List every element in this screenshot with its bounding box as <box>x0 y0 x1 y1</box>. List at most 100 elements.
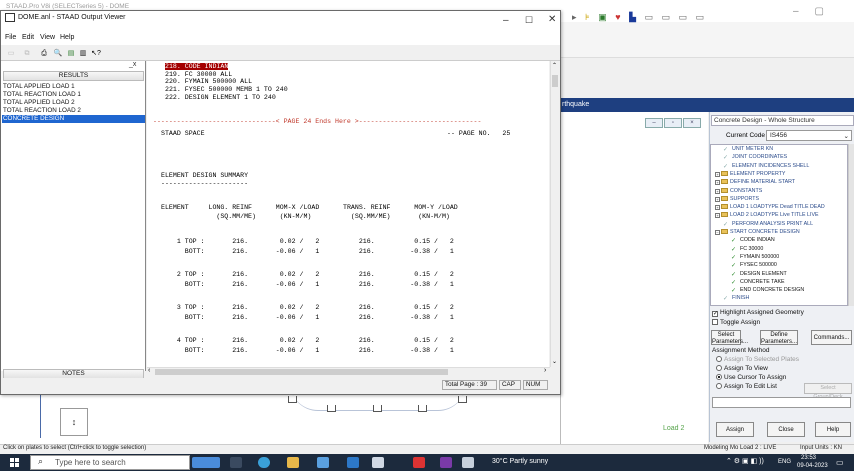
select-group-button[interactable]: Select Group/Deck <box>804 383 852 400</box>
find-icon[interactable]: 🔍 <box>53 49 63 58</box>
system-tray-icons[interactable]: ⌃ ⚙ ▣ ◧ )) <box>726 457 764 465</box>
clock-date[interactable]: 09-04-2023 <box>797 463 828 469</box>
view-restore-icon[interactable]: ▫ <box>664 118 682 128</box>
toolbar-window2-icon[interactable]: ▭ <box>662 12 674 23</box>
result-item[interactable]: CONCRETE DESIGN <box>2 115 145 123</box>
view-window-buttons[interactable]: – ▫ × <box>645 118 705 128</box>
assignment-radio[interactable]: Assign To Edit List <box>716 383 777 390</box>
toolbar-grid-icon[interactable]: ▣ <box>598 12 610 23</box>
expand-icon[interactable]: + <box>715 213 720 219</box>
assign-button[interactable]: Assign <box>716 422 754 437</box>
output-vertical-scrollbar[interactable] <box>550 61 560 367</box>
menu-help[interactable]: Help <box>60 34 74 41</box>
tree-item[interactable]: ✓ FC 30000 <box>731 246 763 254</box>
open-icon[interactable]: ▭ <box>6 49 16 58</box>
output-viewer-taskbar-icon[interactable] <box>462 457 474 468</box>
tree-item[interactable]: ✓ DESIGN ELEMENT <box>731 271 787 279</box>
language-indicator[interactable]: ENG <box>778 459 791 465</box>
scroll-down-icon[interactable]: ⌄ <box>552 358 557 365</box>
tree-item[interactable]: + LOAD 2 LOADTYPE Live TITLE LIVE <box>715 212 819 220</box>
result-item[interactable]: TOTAL REACTION LOAD 1 <box>2 91 145 99</box>
scroll-up-icon[interactable]: ⌃ <box>552 62 557 69</box>
clock-time[interactable]: 23:53 <box>801 455 816 461</box>
tree-item[interactable]: ✓ CODE INDIAN <box>731 237 775 245</box>
viewer-taskbar-icon[interactable] <box>413 457 425 468</box>
support-node[interactable] <box>288 396 297 403</box>
help-button[interactable]: Help <box>815 422 851 437</box>
tree-item[interactable]: ✓ FINISH <box>723 295 749 303</box>
select-parameters-button[interactable]: Select Parameters... <box>711 330 748 345</box>
tree-item[interactable]: ✓ ELEMENT INCIDENCES SHELL <box>723 163 809 171</box>
support-node[interactable] <box>418 405 427 412</box>
result-item[interactable]: TOTAL REACTION LOAD 2 <box>2 107 145 115</box>
toolbar-window4-icon[interactable]: ▭ <box>696 12 708 23</box>
command-tree[interactable]: ✓ UNIT METER KN ✓ JOINT COORDINATES ✓ ELEMENT… <box>710 144 848 306</box>
tree-item[interactable]: ✓ FYSEC 500000 <box>731 262 777 270</box>
tree-item[interactable]: ✓ CONCRETE TAKE <box>731 279 785 287</box>
menu-view[interactable]: View <box>40 34 55 41</box>
pane-close-icon[interactable]: _x <box>129 61 136 68</box>
menu-file[interactable]: File <box>5 34 16 41</box>
toggle-assign-checkbox[interactable]: Toggle Assign <box>712 319 760 326</box>
toolbar-window-icon[interactable]: ▭ <box>645 12 657 23</box>
staad-icon[interactable] <box>372 457 384 468</box>
command-tree-scrollbar[interactable] <box>848 144 854 306</box>
output-text-area[interactable]: 218. CODE INDIAN 219. FC 30000 ALL 220. FY… <box>147 61 549 367</box>
support-node[interactable] <box>458 396 467 403</box>
horizontal-scroll-thumb[interactable] <box>155 369 448 375</box>
book-icon[interactable]: ▤ <box>66 49 76 58</box>
store-icon[interactable] <box>317 457 329 468</box>
tree-item[interactable]: ✓ JOINT COORDINATES <box>723 154 787 162</box>
model-view[interactable] <box>560 112 708 444</box>
task-view-icon[interactable] <box>230 457 242 468</box>
weather-status[interactable]: 30°C Partly sunny <box>492 458 548 465</box>
windows-start-icon[interactable] <box>10 458 20 467</box>
tree-item[interactable]: + DEFINE MATERIAL START <box>715 179 795 187</box>
tree-item[interactable]: ✓ FYMAIN 500000 <box>731 254 779 262</box>
main-window-controls[interactable]: –▢ <box>793 6 840 17</box>
expand-icon[interactable]: + <box>715 180 720 186</box>
vertical-scroll-thumb[interactable] <box>552 75 558 87</box>
highlight-geometry-checkbox[interactable]: ✓ Highlight Assigned Geometry <box>712 309 804 317</box>
result-item[interactable]: TOTAL APPLIED LOAD 2 <box>2 99 145 107</box>
help-arrow-icon[interactable]: ↖? <box>91 49 101 58</box>
tree-item[interactable]: + CONSTANTS <box>715 187 762 196</box>
toolbar-heart-icon[interactable]: ♥ <box>615 12 623 22</box>
close-button[interactable]: Close <box>767 422 805 437</box>
scroll-left-icon[interactable]: ‹ <box>148 367 150 374</box>
toolbar-window3-icon[interactable]: ▭ <box>679 12 691 23</box>
tree-item[interactable]: + ELEMENT PROPERTY <box>715 170 785 179</box>
mail-icon[interactable] <box>347 457 359 468</box>
maximize-icon[interactable]: ☐ <box>525 15 533 26</box>
define-parameters-button[interactable]: Define Parameters... <box>760 330 798 345</box>
toolbar-flag-icon[interactable]: ▙ <box>629 12 639 23</box>
support-node[interactable] <box>373 405 382 412</box>
tree-item[interactable]: − START CONCRETE DESIGN <box>715 229 800 237</box>
main-toolbar-icons[interactable]: ▸ ⊧ ▣ ♥ ▙ ▭ ▭ ▭ ▭ <box>572 12 707 23</box>
notification-icon[interactable]: ▭ <box>836 458 844 467</box>
tree-item[interactable]: ✓ END CONCRETE DESIGN <box>731 287 804 295</box>
tree-item[interactable]: ✓ UNIT METER KN <box>723 146 773 154</box>
print-icon[interactable]: ⎙ <box>39 49 49 58</box>
expand-icon[interactable]: + <box>715 205 720 211</box>
toolbar-beam-icon[interactable]: ⊧ <box>585 12 593 23</box>
expand-icon[interactable]: + <box>715 171 720 177</box>
tree-item[interactable]: ✓ PERFORM ANALYSIS PRINT ALL <box>723 221 813 229</box>
collapse-icon[interactable]: − <box>715 230 720 235</box>
view-close-icon[interactable]: × <box>683 118 701 128</box>
menu-edit[interactable]: Edit <box>22 34 34 41</box>
assignment-radio[interactable]: Use Cursor To Assign <box>716 374 786 381</box>
columns-icon[interactable]: ▥ <box>78 49 88 58</box>
edge-icon[interactable] <box>258 457 270 468</box>
commands-button[interactable]: Commands... <box>811 330 852 345</box>
support-node[interactable] <box>327 405 336 412</box>
result-item[interactable]: TOTAL APPLIED LOAD 1 <box>2 83 145 91</box>
assignment-radio[interactable]: Assign To View <box>716 365 768 372</box>
close-icon[interactable]: ✕ <box>548 14 556 25</box>
app-taskbar-icon[interactable] <box>440 457 452 468</box>
current-code-select[interactable]: IS456 ⌄ <box>766 130 852 141</box>
file-explorer-icon[interactable] <box>287 457 299 468</box>
assignment-radio[interactable]: Assign To Selected Plates <box>716 356 799 363</box>
view-minimize-icon[interactable]: – <box>645 118 663 128</box>
minimize-icon[interactable]: – <box>503 15 509 26</box>
